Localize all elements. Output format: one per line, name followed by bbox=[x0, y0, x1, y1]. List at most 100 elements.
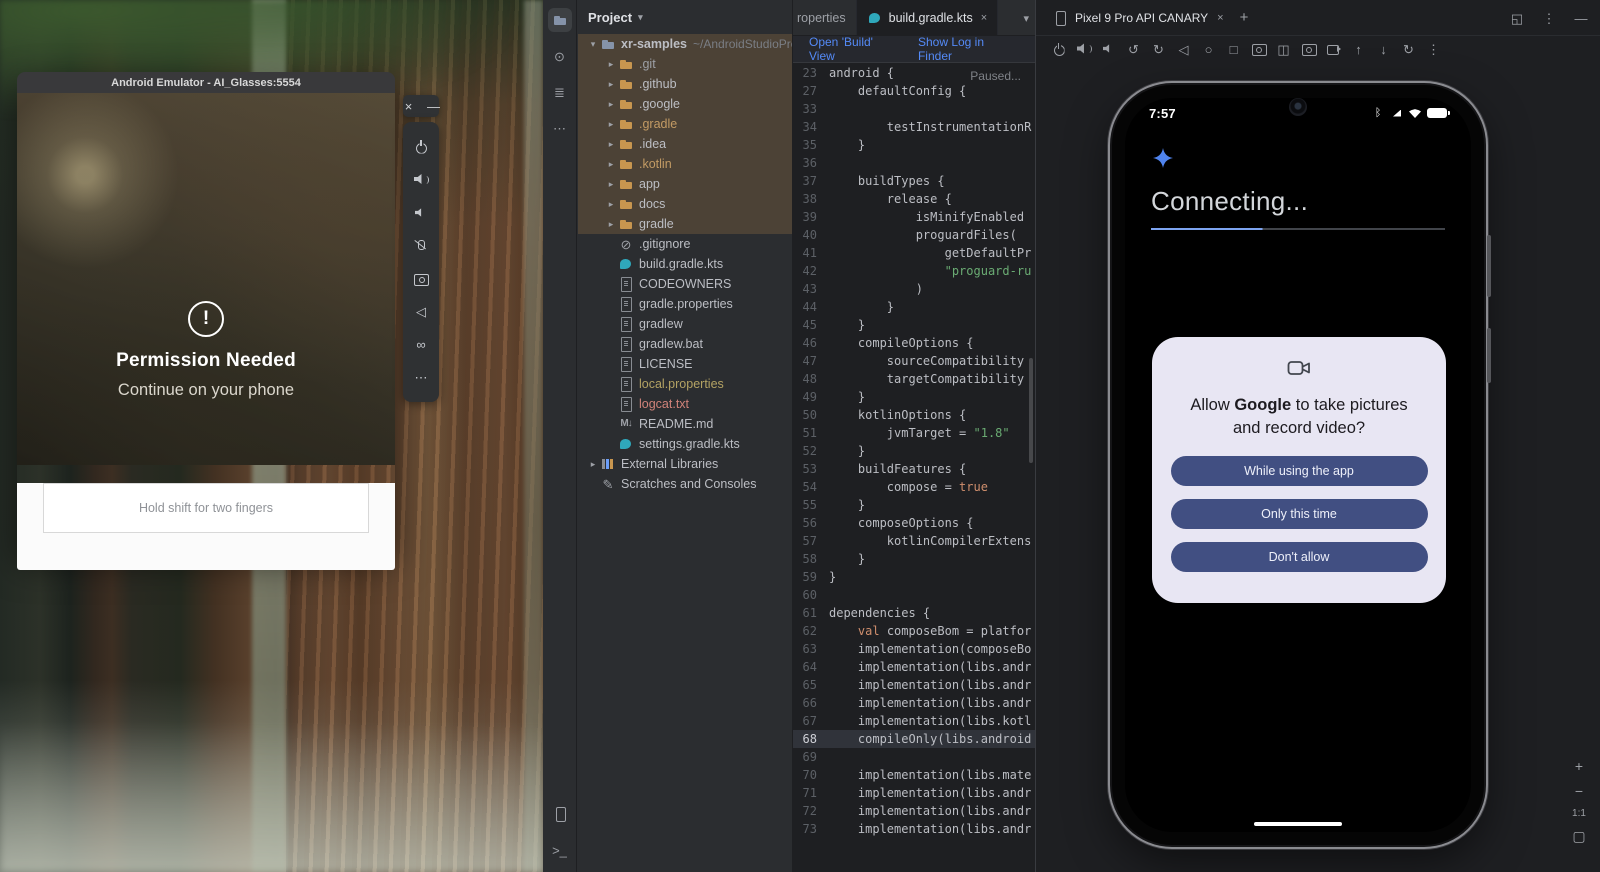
tree-item-docs[interactable]: ▸docs bbox=[578, 194, 792, 214]
code-line-58[interactable]: 58 } bbox=[793, 550, 1035, 568]
project-panel-title[interactable]: Project bbox=[588, 10, 632, 25]
camera-button[interactable] bbox=[1300, 41, 1317, 58]
power-button[interactable] bbox=[1050, 41, 1067, 58]
structure-button[interactable]: ≣ bbox=[548, 80, 572, 104]
project-folder-button[interactable] bbox=[548, 8, 572, 32]
minimize-button[interactable]: — bbox=[426, 98, 442, 114]
code-line-39[interactable]: 39 isMinifyEnabled bbox=[793, 208, 1035, 226]
screenshot-button[interactable] bbox=[1250, 41, 1267, 58]
code-editor[interactable]: 23android {27 defaultConfig {3334 testIn… bbox=[793, 63, 1035, 872]
zoom-out-button[interactable]: − bbox=[1570, 783, 1588, 799]
terminal-button[interactable]: >_ bbox=[548, 838, 572, 862]
close-icon[interactable]: × bbox=[1217, 12, 1223, 24]
tree-item-logcat-txt[interactable]: logcat.txt bbox=[578, 394, 792, 414]
tree-item-build-gradle-kts[interactable]: build.gradle.kts bbox=[578, 254, 792, 274]
mic-off-button[interactable] bbox=[403, 229, 439, 262]
chevron-right-icon[interactable]: ▸ bbox=[604, 139, 618, 150]
code-line-37[interactable]: 37 buildTypes { bbox=[793, 172, 1035, 190]
tree-item-gitignore[interactable]: ⊘.gitignore bbox=[578, 234, 792, 254]
code-line-62[interactable]: 62 val composeBom = platfor bbox=[793, 622, 1035, 640]
code-line-27[interactable]: 27 defaultConfig { bbox=[793, 82, 1035, 100]
tree-item-codeowners[interactable]: CODEOWNERS bbox=[578, 274, 792, 294]
chevron-right-icon[interactable]: ▸ bbox=[604, 119, 618, 130]
code-line-71[interactable]: 71 implementation(libs.andr bbox=[793, 784, 1035, 802]
banner-link-open-build-view[interactable]: Open 'Build' View bbox=[809, 35, 900, 63]
glasses-button[interactable]: ∞ bbox=[403, 328, 439, 361]
emulator-screen[interactable]: Permission Needed Continue on your phone bbox=[17, 93, 395, 465]
code-line-54[interactable]: 54 compose = true bbox=[793, 478, 1035, 496]
code-line-41[interactable]: 41 getDefaultPr bbox=[793, 244, 1035, 262]
tree-item-readme-md[interactable]: M↓README.md bbox=[578, 414, 792, 434]
code-line-50[interactable]: 50 kotlinOptions { bbox=[793, 406, 1035, 424]
code-line-68[interactable]: 68 compileOnly(libs.android bbox=[793, 730, 1035, 748]
more-tools-button[interactable]: ⋯ bbox=[548, 116, 572, 140]
new-tab-button[interactable]: + bbox=[1240, 9, 1249, 26]
emulator-title-bar[interactable]: Android Emulator - AI_Glasses:5554 bbox=[17, 72, 395, 93]
more-button[interactable]: ⋯ bbox=[403, 361, 439, 394]
tree-item-scratches-and-consoles[interactable]: ✎Scratches and Consoles bbox=[578, 474, 792, 494]
code-line-59[interactable]: 59} bbox=[793, 568, 1035, 586]
code-line-60[interactable]: 60 bbox=[793, 586, 1035, 604]
code-line-55[interactable]: 55 } bbox=[793, 496, 1035, 514]
code-line-73[interactable]: 73 implementation(libs.andr bbox=[793, 820, 1035, 838]
code-line-48[interactable]: 48 targetCompatibility bbox=[793, 370, 1035, 388]
hide-button[interactable]: — bbox=[1572, 9, 1590, 27]
upload-button[interactable]: ↑ bbox=[1350, 41, 1367, 58]
code-line-56[interactable]: 56 composeOptions { bbox=[793, 514, 1035, 532]
dialog-button-while-using-the-app[interactable]: While using the app bbox=[1171, 456, 1428, 486]
home-button[interactable]: ○ bbox=[1200, 41, 1217, 58]
open-in-window-button[interactable]: ◱ bbox=[1508, 9, 1526, 27]
home-indicator[interactable] bbox=[1254, 822, 1342, 826]
tree-item-gradlew[interactable]: gradlew bbox=[578, 314, 792, 334]
tree-item-local-properties[interactable]: local.properties bbox=[578, 374, 792, 394]
tree-item-settings-gradle-kts[interactable]: settings.gradle.kts bbox=[578, 434, 792, 454]
volume-down-button[interactable] bbox=[1100, 41, 1117, 58]
code-line-44[interactable]: 44 } bbox=[793, 298, 1035, 316]
code-line-47[interactable]: 47 sourceCompatibility bbox=[793, 352, 1035, 370]
zoom-ratio-label[interactable]: 1:1 bbox=[1572, 808, 1586, 819]
chevron-right-icon[interactable]: ▸ bbox=[586, 459, 600, 470]
code-line-40[interactable]: 40 proguardFiles( bbox=[793, 226, 1035, 244]
chevron-right-icon[interactable]: ▸ bbox=[604, 159, 618, 170]
volume-up-button[interactable] bbox=[403, 163, 439, 196]
code-line-61[interactable]: 61dependencies { bbox=[793, 604, 1035, 622]
chevron-right-icon[interactable]: ▸ bbox=[604, 219, 618, 230]
overview-button[interactable]: □ bbox=[1225, 41, 1242, 58]
tree-item-idea[interactable]: ▸.idea bbox=[578, 134, 792, 154]
chevron-right-icon[interactable]: ▸ bbox=[604, 199, 618, 210]
tree-item-external-libraries[interactable]: ▸External Libraries bbox=[578, 454, 792, 474]
reset-button[interactable]: ↻ bbox=[1400, 41, 1417, 58]
tree-item-git[interactable]: ▸.git bbox=[578, 54, 792, 74]
editor-tab-roperties[interactable]: roperties bbox=[769, 0, 857, 35]
chevron-down-icon[interactable]: ▾ bbox=[586, 39, 600, 50]
tab-overflow-icon[interactable]: ▾ bbox=[1023, 0, 1029, 36]
code-line-46[interactable]: 46 compileOptions { bbox=[793, 334, 1035, 352]
close-button[interactable]: × bbox=[401, 98, 417, 114]
device-manager-button[interactable] bbox=[548, 802, 572, 826]
phone-screen[interactable]: 7:57 ᛒ Connecting... Allow Goo bbox=[1125, 98, 1471, 832]
tree-item-xr-samples[interactable]: ▾xr-samples~/AndroidStudioProj bbox=[578, 34, 792, 54]
chevron-right-icon[interactable]: ▸ bbox=[604, 79, 618, 90]
code-line-57[interactable]: 57 kotlinCompilerExtens bbox=[793, 532, 1035, 550]
code-line-67[interactable]: 67 implementation(libs.kotl bbox=[793, 712, 1035, 730]
code-line-72[interactable]: 72 implementation(libs.andr bbox=[793, 802, 1035, 820]
tree-item-license[interactable]: LICENSE bbox=[578, 354, 792, 374]
code-line-66[interactable]: 66 implementation(libs.andr bbox=[793, 694, 1035, 712]
tree-item-kotlin[interactable]: ▸.kotlin bbox=[578, 154, 792, 174]
chevron-right-icon[interactable]: ▸ bbox=[604, 99, 618, 110]
tree-item-gradle[interactable]: ▸gradle bbox=[578, 214, 792, 234]
code-line-38[interactable]: 38 release { bbox=[793, 190, 1035, 208]
code-line-51[interactable]: 51 jvmTarget = "1.8" bbox=[793, 424, 1035, 442]
code-line-53[interactable]: 53 buildFeatures { bbox=[793, 460, 1035, 478]
project-panel-header[interactable]: Project ▾ bbox=[578, 0, 792, 34]
tree-item-gradlew-bat[interactable]: gradlew.bat bbox=[578, 334, 792, 354]
more-vertical-button[interactable]: ⋮ bbox=[1425, 41, 1442, 58]
dialog-button-don-t-allow[interactable]: Don't allow bbox=[1171, 542, 1428, 572]
tree-item-gradle-properties[interactable]: gradle.properties bbox=[578, 294, 792, 314]
code-line-52[interactable]: 52 } bbox=[793, 442, 1035, 460]
code-line-69[interactable]: 69 bbox=[793, 748, 1035, 766]
device-tab[interactable]: Pixel 9 Pro API CANARY × bbox=[1044, 0, 1232, 36]
code-line-35[interactable]: 35 } bbox=[793, 136, 1035, 154]
zoom-in-button[interactable]: + bbox=[1570, 758, 1588, 774]
code-line-64[interactable]: 64 implementation(libs.andr bbox=[793, 658, 1035, 676]
